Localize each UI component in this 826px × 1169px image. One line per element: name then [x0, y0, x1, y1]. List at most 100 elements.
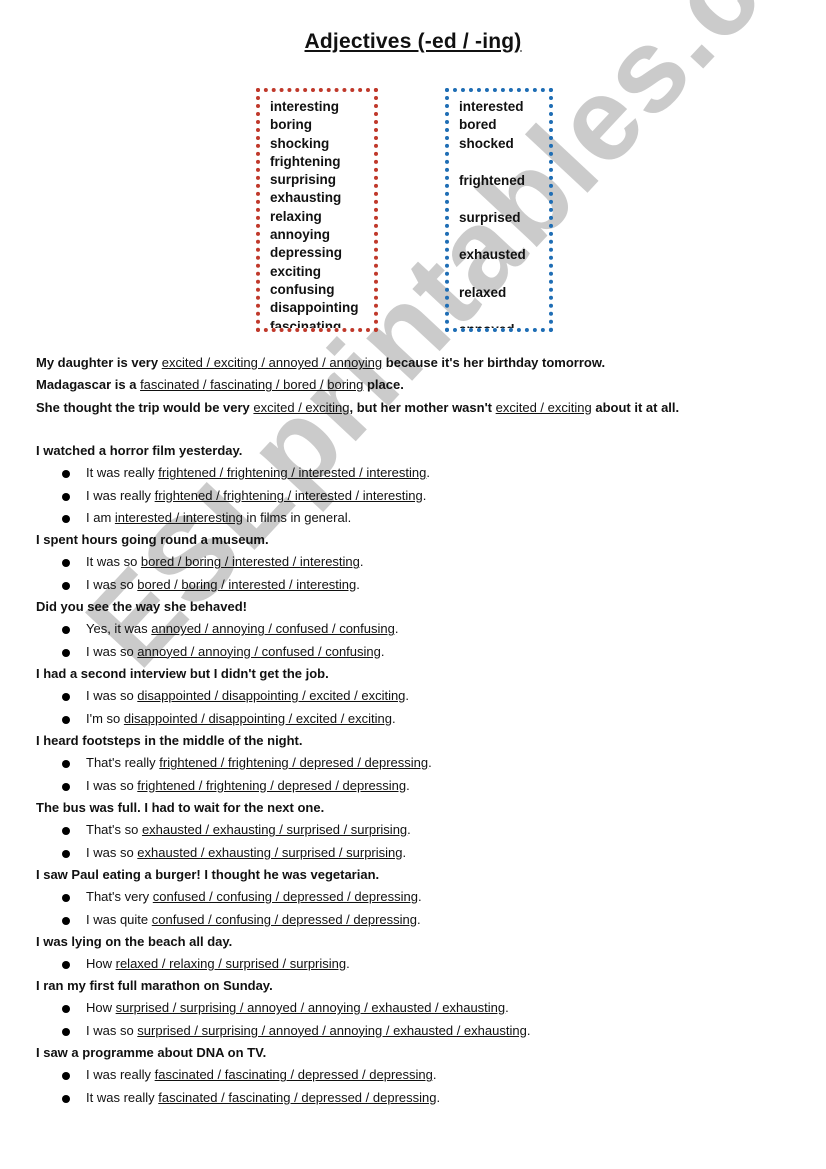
answer-options: frightened / frightening / depresed / de… [159, 755, 429, 771]
ing-word: fascinating [270, 318, 342, 332]
bullet-icon [62, 470, 70, 479]
sentence-text: I was so [86, 688, 138, 704]
bullet-icon [62, 1005, 70, 1014]
ing-word: confusing [270, 281, 335, 297]
bullet-icon [62, 581, 70, 590]
intro-sentences: My daughter is very excited / exciting /… [36, 352, 796, 419]
sentence-text: How [86, 956, 116, 972]
sentence-text: I was quite [86, 911, 152, 927]
exercise-item: I am interested / interesting in films i… [36, 507, 796, 529]
answer-options: surprised / surprising / annoyed / annoy… [115, 1000, 506, 1016]
exercise-item: That's very confused / confusing / depre… [36, 886, 796, 908]
answer-options: excited / exciting [495, 399, 592, 415]
sentence-text: . [356, 576, 360, 592]
answer-options: confused / confusing / depressed / depre… [151, 911, 417, 927]
ed-word: annoyed [459, 322, 515, 332]
sentence-text: I was really [86, 1067, 155, 1083]
answer-options: relaxed / relaxing / surprised / surpris… [115, 956, 347, 972]
sentence-text: about it at all. [591, 399, 680, 415]
section-heading: I watched a horror film yesterday. [36, 443, 243, 458]
ed-word: shocked [459, 135, 514, 151]
sentence-text: place. [363, 377, 404, 393]
sentence-text: I was so [86, 844, 138, 860]
sentence-text: I was so [86, 576, 138, 592]
answer-options: annoyed / annoying / confused / confusin… [137, 643, 381, 659]
sentence-text: . [407, 822, 411, 838]
bullet-icon [62, 1072, 70, 1081]
bullet-icon [62, 492, 70, 501]
exercise-section: I saw Paul eating a burger! I thought he… [36, 864, 796, 931]
bullet-icon [62, 648, 70, 657]
bullet-icon [62, 626, 70, 635]
answer-options: fascinated / fascinating / bored / borin… [140, 377, 364, 393]
sentence-text: . [432, 1067, 437, 1083]
sentence-text: . [394, 621, 399, 637]
ing-word-box: interesting boring shocking frightening … [256, 88, 378, 332]
answer-options: frightened / frightening / interested / … [154, 487, 423, 503]
exercise-section: I watched a horror film yesterday. It was… [36, 440, 796, 529]
exercise-section: I saw a programme about DNA on TV. I was … [36, 1042, 796, 1109]
exercise-item: That's so exhausted / exhausting / surpr… [36, 819, 796, 841]
sentence-text: . [426, 465, 430, 481]
ing-word: interesting [270, 99, 340, 114]
ed-word: surprised [459, 210, 521, 226]
answer-options: exhausted / exhausting / surprised / sur… [141, 822, 408, 838]
answer-options: excited / exciting [253, 399, 350, 415]
ed-word: relaxed [459, 284, 507, 300]
sentence-text: I was really [86, 487, 155, 503]
exercise-item: I was so annoyed / annoying / confused /… [36, 641, 796, 663]
sentence-text: Yes, it was [86, 621, 152, 637]
sentence-text: I am [86, 509, 115, 525]
sentence-text: That's so [86, 822, 142, 838]
answer-options: bored / boring / interested / interestin… [140, 554, 360, 570]
page-title: Adjectives (-ed / -ing) [304, 30, 522, 53]
sentence-text: . [422, 487, 427, 503]
bullet-icon [62, 894, 70, 903]
sentence-text: I was so [86, 1022, 138, 1038]
answer-options: disappointed / disappointing / excited /… [137, 688, 406, 704]
answer-options: interested / interesting [114, 509, 243, 525]
exercise-item: That's really frightened / frightening /… [36, 752, 796, 774]
intro-sentence: My daughter is very excited / exciting /… [36, 352, 796, 374]
answer-options: bored / boring / interested / interestin… [137, 576, 357, 592]
answer-options: exhausted / exhausting / surprised / sur… [137, 844, 403, 860]
ing-word: relaxing [270, 208, 322, 224]
ed-word-box: interested bored shocked frightened surp… [445, 88, 553, 332]
sentence-text: Madagascar is a [36, 377, 141, 393]
sentence-text: That's really [86, 755, 160, 771]
exercise-section: I had a second interview but I didn't ge… [36, 663, 796, 730]
sentence-text: because it's her birthday tomorrow. [382, 355, 606, 370]
sentence-text: That's very [86, 889, 153, 905]
bullet-icon [62, 760, 70, 769]
ed-word: bored [459, 117, 497, 133]
sentence-text: How [86, 1000, 116, 1016]
section-heading: I was lying on the beach all day. [36, 934, 233, 949]
exercise-item: I was so surprised / surprising / annoye… [36, 1020, 796, 1042]
exercise-section: Did you see the way she behaved! Yes, it … [36, 596, 796, 663]
bullet-icon [62, 559, 70, 568]
sentence-text: . [526, 1022, 531, 1038]
section-heading: I ran my first full marathon on Sunday. [36, 978, 273, 993]
sentence-text: . [417, 911, 421, 927]
exercise-item: I was so frightened / frightening / depr… [36, 775, 796, 797]
exercise-item: I was really frightened / frightening / … [36, 485, 796, 507]
sentence-text: . [380, 643, 385, 659]
bullet-icon [62, 514, 70, 523]
sentence-text: . [392, 710, 396, 726]
ing-word: annoying [270, 227, 330, 243]
exercise-item: I was really fascinated / fascinating / … [36, 1064, 796, 1086]
sentence-text: It was so [86, 554, 141, 570]
answer-options: fascinated / fascinating / depressed / d… [154, 1067, 433, 1083]
bullet-icon [62, 782, 70, 791]
answer-options: frightened / frightening / depresed / de… [137, 777, 407, 793]
exercise-section: I heard footsteps in the middle of the n… [36, 730, 796, 797]
sentence-text: I was so [86, 643, 138, 659]
ing-word: boring [270, 117, 312, 133]
sentence-text: I was so [86, 777, 138, 793]
exercise-item: It was really frightened / frightening /… [36, 462, 796, 484]
sentence-text: . [346, 956, 350, 972]
section-heading: I saw Paul eating a burger! I thought he… [36, 867, 380, 882]
sentence-text: . [505, 1000, 509, 1016]
sentence-text: My daughter is very [36, 355, 162, 370]
answer-options: confused / confusing / depressed / depre… [152, 889, 419, 905]
